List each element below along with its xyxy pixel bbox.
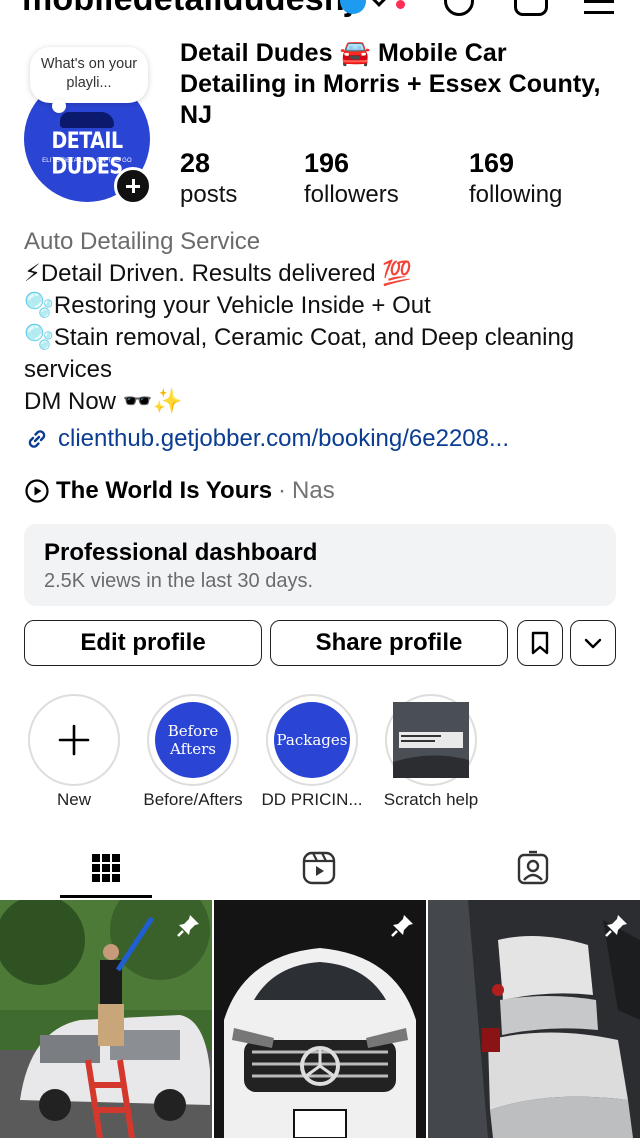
highlight-pricing[interactable]: Packages bbox=[266, 694, 358, 786]
bio-line: ⚡Detail Driven. Results delivered 💯 bbox=[24, 260, 413, 287]
saved-button[interactable] bbox=[517, 620, 563, 666]
active-tab-indicator bbox=[60, 895, 152, 898]
pinned-icon bbox=[391, 915, 413, 937]
followers-count: 196 bbox=[304, 148, 350, 178]
pinned-icon bbox=[177, 915, 199, 937]
highlight-before-afters[interactable]: Before Afters bbox=[147, 694, 239, 786]
reels-tab[interactable] bbox=[301, 850, 337, 886]
post-thumbnail[interactable] bbox=[0, 900, 212, 1138]
highlight-cover-text: Before Afters bbox=[167, 722, 219, 758]
top-bar: mobiledetaildudesnj bbox=[0, 0, 640, 22]
note-tail bbox=[52, 99, 66, 113]
highlight-label: Scratch help bbox=[383, 790, 479, 809]
dashboard-title: Professional dashboard bbox=[44, 539, 318, 566]
grid-icon bbox=[92, 854, 120, 882]
posts-label: posts bbox=[180, 181, 238, 208]
suggested-users-button[interactable] bbox=[570, 620, 616, 666]
bio-link[interactable]: clienthub.getjobber.com/booking/6e2208..… bbox=[24, 423, 509, 455]
reels-icon bbox=[302, 851, 336, 885]
chevron-down-icon[interactable] bbox=[369, 0, 389, 7]
link-icon bbox=[24, 426, 50, 452]
notification-dot-icon bbox=[396, 0, 405, 9]
following-label: following bbox=[469, 181, 563, 208]
grid-tab[interactable] bbox=[88, 850, 124, 886]
bio-link-text[interactable]: clienthub.getjobber.com/booking/6e2208..… bbox=[58, 423, 509, 455]
posts-stat[interactable]: 28 posts bbox=[180, 146, 237, 210]
new-post-icon[interactable] bbox=[514, 0, 548, 16]
post-thumbnail[interactable] bbox=[428, 900, 640, 1138]
highlight-cover-text: Packages bbox=[276, 731, 348, 749]
add-story-button[interactable] bbox=[114, 167, 152, 205]
category-label: Auto Detailing Service bbox=[24, 228, 261, 255]
post-thumbnail[interactable] bbox=[214, 900, 426, 1138]
music-song: The World Is Yours bbox=[56, 477, 273, 504]
note-text: What's on your playli... bbox=[40, 56, 138, 91]
highlight-cover: Before Afters bbox=[155, 702, 231, 778]
music-separator: · bbox=[278, 477, 287, 504]
music-row[interactable]: The World Is Yours · Nas bbox=[24, 475, 335, 507]
bio: Auto Detailing Service ⚡Detail Driven. R… bbox=[24, 226, 624, 418]
bookmark-icon bbox=[531, 631, 549, 655]
note-bubble[interactable]: What's on your playli... bbox=[30, 47, 148, 113]
highlight-cover: Packages bbox=[274, 702, 350, 778]
tagged-icon bbox=[517, 850, 549, 885]
edit-profile-button[interactable]: Edit profile bbox=[24, 620, 262, 666]
highlight-new[interactable] bbox=[28, 694, 120, 786]
plus-icon bbox=[58, 724, 90, 756]
bio-line: DM Now 🕶️✨ bbox=[24, 388, 183, 415]
posts-count: 28 bbox=[180, 148, 211, 178]
share-profile-button[interactable]: Share profile bbox=[270, 620, 508, 666]
followers-label: followers bbox=[304, 181, 399, 208]
music-artist: Nas bbox=[292, 477, 335, 504]
dashboard-subtitle: 2.5K views in the last 30 days. bbox=[44, 570, 314, 592]
display-name: Detail Dudes 🚘 Mobile Car Detailing in M… bbox=[180, 39, 601, 129]
username-title[interactable]: mobiledetaildudesnj bbox=[22, 0, 355, 19]
highlight-scratch-help[interactable] bbox=[385, 694, 477, 786]
followers-stat[interactable]: 196 followers bbox=[304, 146, 399, 210]
following-count: 169 bbox=[469, 148, 515, 178]
avatar-tagline: ELITE DETAILING ON THE GO bbox=[42, 158, 132, 164]
tagged-tab[interactable] bbox=[515, 850, 551, 886]
following-stat[interactable]: 169 following bbox=[469, 146, 562, 210]
chevron-down-icon bbox=[584, 638, 602, 649]
pinned-icon bbox=[605, 915, 627, 937]
highlight-cover-image bbox=[393, 702, 469, 778]
menu-icon-line bbox=[584, 11, 614, 14]
car-photo-icon bbox=[393, 702, 469, 778]
play-icon bbox=[25, 479, 49, 503]
menu-icon[interactable] bbox=[584, 0, 614, 3]
threads-icon[interactable] bbox=[444, 0, 474, 16]
bio-line: 🫧Restoring your Vehicle Inside + Out bbox=[24, 292, 431, 319]
bio-line: 🫧Stain removal, Ceramic Coat, and Deep c… bbox=[24, 324, 575, 383]
professional-dashboard[interactable]: Professional dashboard 2.5K views in the… bbox=[24, 524, 616, 606]
car-logo-icon bbox=[60, 112, 114, 128]
